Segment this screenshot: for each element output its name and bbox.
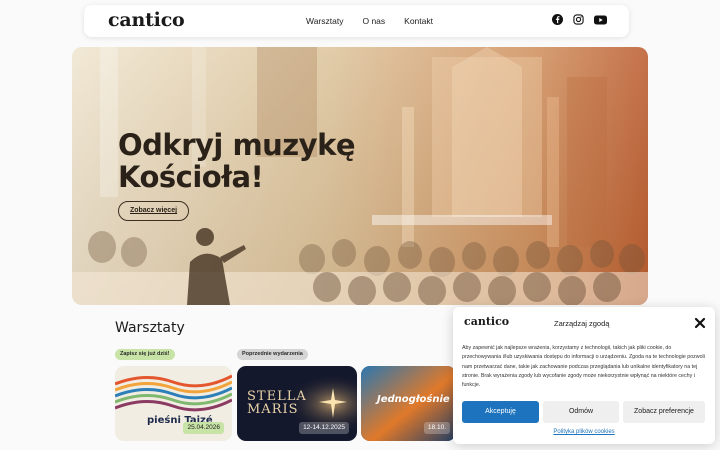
social-links [552,14,607,25]
cookie-description: Aby zapewnić jak najlepsze wrażenia, kor… [462,345,705,389]
workshop-card-title: STELLA MARIS [247,389,307,417]
workshop-card-title: Jednogłośnie [377,394,450,405]
cookie-heading: Zarządzaj zgodą [554,319,610,328]
previous-events-badge: Poprzednie wydarzenia [237,349,308,360]
youtube-icon[interactable] [594,15,607,25]
cookie-consent-dialog: cantico Zarządzaj zgodą Aby zapewnić jak… [453,307,715,444]
site-logo[interactable]: cantico [108,9,185,31]
hero-title: Odkryj muzykę Kościoła! [118,128,356,194]
preferences-button[interactable]: Zobacz preferencje [623,401,705,423]
workshop-date: 25.04.2026 [183,422,224,434]
cookie-policy-link[interactable]: Polityka plików cookies [453,429,715,435]
nav-item-warsztaty[interactable]: Warsztaty [306,16,343,26]
main-nav: Warsztaty O nas Kontakt [306,16,433,26]
workshops-title: Warsztaty [115,320,185,336]
accept-button[interactable]: Akceptuję [462,401,539,423]
workshop-card-stella-maris[interactable]: STELLA MARIS 12-14.12.2025 [237,366,357,441]
cookie-logo: cantico [464,315,510,328]
nav-item-kontakt[interactable]: Kontakt [404,16,433,26]
workshop-card-jednoglosnie[interactable]: Jednogłośnie 18.10. [361,366,456,441]
site-header: cantico Warsztaty O nas Kontakt [84,5,629,37]
workshop-card-taize[interactable]: pieśni Taizé 25.04.2026 [115,366,232,441]
nav-item-o-nas[interactable]: O nas [362,16,385,26]
hero-title-line-2: Kościoła! [118,160,264,194]
see-more-button[interactable]: Zobacz więcej [118,201,189,221]
hero-title-line-1: Odkryj muzykę [118,128,356,162]
instagram-icon[interactable] [573,14,584,25]
facebook-icon[interactable] [552,14,563,25]
workshop-date: 18.10. [423,422,450,434]
workshop-date: 12-14.12.2025 [299,422,349,434]
deny-button[interactable]: Odmów [543,401,619,423]
signup-badge: Zapisz się już dziś! [115,349,175,360]
hero-banner: Odkryj muzykę Kościoła! Zobacz więcej [72,47,648,305]
close-icon[interactable] [694,317,706,329]
